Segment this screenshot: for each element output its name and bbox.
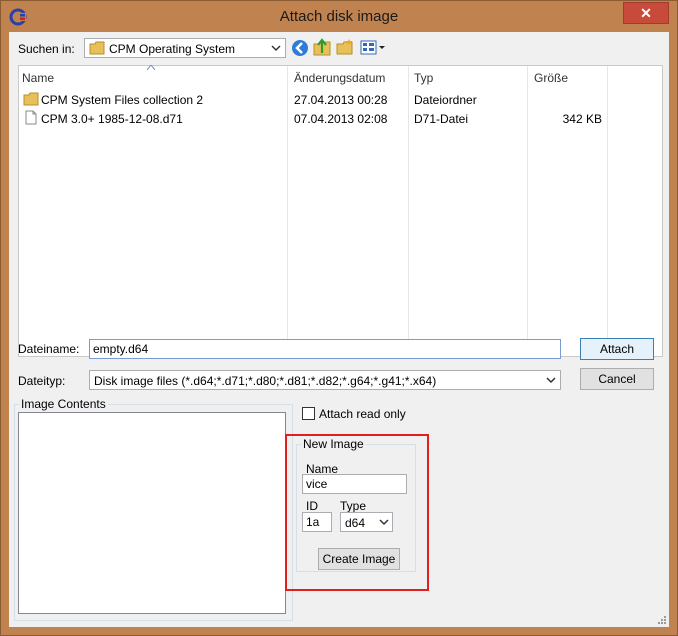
new-image-id-field[interactable]: [303, 513, 331, 531]
file-list[interactable]: Name Änderungsdatum Typ Größe CPM System…: [18, 65, 663, 357]
lookin-combo[interactable]: CPM Operating System: [84, 38, 286, 58]
chevron-down-icon: [546, 377, 556, 384]
resize-grip-icon[interactable]: [657, 615, 667, 625]
dialog-client-area: Suchen in: CPM Operating System Name Änd…: [9, 32, 669, 627]
column-header-name[interactable]: Name: [22, 71, 54, 85]
folder-icon: [23, 92, 39, 106]
up-folder-icon[interactable]: [313, 38, 331, 56]
view-menu-icon[interactable]: [360, 39, 386, 57]
filetype-combo[interactable]: Disk image files (*.d64;*.d71;*.d80;*.d8…: [89, 370, 561, 390]
filename-label: Dateiname:: [18, 342, 80, 356]
file-type: Dateiordner: [414, 93, 477, 107]
filename-input[interactable]: [89, 339, 561, 359]
new-image-name-field[interactable]: [303, 475, 406, 493]
new-image-id-label: ID: [306, 499, 318, 513]
column-header-type[interactable]: Typ: [414, 71, 433, 85]
file-size: 342 KB: [562, 112, 602, 126]
new-image-type-value: d64: [345, 516, 366, 530]
file-row[interactable]: CPM 3.0+ 1985-12-08.d71 07.04.2013 02:08…: [19, 109, 662, 128]
column-header-date[interactable]: Änderungsdatum: [294, 71, 385, 85]
image-contents-label: Image Contents: [19, 397, 108, 411]
new-folder-icon[interactable]: [336, 38, 354, 56]
folder-icon: [89, 41, 105, 55]
filetype-value: Disk image files (*.d64;*.d71;*.d80;*.d8…: [94, 374, 437, 388]
file-list-header: Name Änderungsdatum Typ Größe: [19, 65, 662, 90]
back-icon[interactable]: [291, 39, 309, 57]
new-image-id-input[interactable]: [302, 512, 332, 532]
sort-ascending-icon: [147, 65, 155, 70]
window-title: Attach disk image: [279, 8, 399, 25]
chevron-down-icon: [379, 519, 389, 526]
file-row[interactable]: CPM System Files collection 2 27.04.2013…: [19, 90, 662, 109]
close-button[interactable]: ✕: [623, 2, 669, 24]
image-contents-list[interactable]: [18, 412, 286, 614]
file-date: 07.04.2013 02:08: [294, 112, 388, 126]
cancel-button[interactable]: Cancel: [580, 368, 654, 390]
file-date: 27.04.2013 00:28: [294, 93, 388, 107]
lookin-label: Suchen in:: [18, 42, 75, 56]
chevron-down-icon: [271, 45, 281, 52]
file-name: CPM 3.0+ 1985-12-08.d71: [41, 112, 183, 126]
create-image-button[interactable]: Create Image: [318, 548, 400, 570]
new-image-name-input[interactable]: [302, 474, 407, 494]
new-image-label: New Image: [301, 437, 366, 451]
filename-field[interactable]: [90, 340, 560, 358]
column-header-size[interactable]: Größe: [534, 71, 568, 85]
file-name: CPM System Files collection 2: [41, 93, 204, 107]
file-icon: [25, 110, 37, 125]
title-bar[interactable]: Attach disk image ✕: [1, 1, 677, 32]
file-type: D71-Datei: [414, 112, 469, 126]
new-image-type-label: Type: [340, 499, 367, 513]
attach-button[interactable]: Attach: [580, 338, 654, 360]
new-image-type-combo[interactable]: d64: [340, 512, 393, 532]
attach-read-only-checkbox[interactable]: [302, 407, 315, 420]
attach-read-only-label[interactable]: Attach read only: [319, 407, 406, 421]
lookin-value: CPM Operating System: [109, 42, 236, 56]
dialog-window: Attach disk image ✕ Suchen in: CPM Opera…: [0, 0, 678, 636]
filetype-label: Dateityp:: [18, 374, 66, 388]
